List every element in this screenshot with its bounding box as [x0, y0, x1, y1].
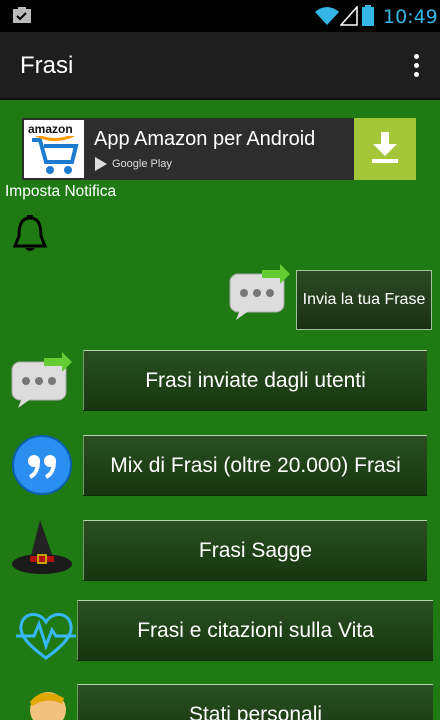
battery-icon	[362, 5, 374, 26]
overflow-menu-icon[interactable]	[404, 52, 428, 80]
shopping-cart-icon	[32, 136, 79, 174]
clipboard-check-icon	[13, 7, 31, 23]
ad-store-label: Google Play	[112, 158, 172, 170]
app-title: Frasi	[20, 52, 74, 79]
signal-icon	[340, 6, 358, 26]
quote-bubble-icon	[12, 435, 72, 495]
amazon-wordmark: amazon	[28, 122, 73, 136]
menu-item-wise-phrases[interactable]: Frasi Sagge	[83, 520, 427, 580]
action-bar: Frasi	[0, 32, 440, 100]
menu-item-user-phrases[interactable]: Frasi inviate dagli utenti	[83, 350, 427, 410]
menu-item-life-quotes[interactable]: Frasi e citazioni sulla Vita	[77, 600, 433, 660]
status-bar: 10:49	[0, 0, 440, 32]
menu-item-personal-status[interactable]: Stati personali	[77, 684, 433, 720]
google-play-icon	[95, 157, 107, 171]
download-icon	[372, 132, 398, 163]
notification-label: Imposta Notifica	[5, 183, 117, 200]
status-clock: 10:49	[383, 6, 438, 28]
send-message-icon[interactable]	[228, 262, 292, 320]
witch-hat-icon	[12, 520, 72, 574]
bell-icon[interactable]	[12, 214, 48, 254]
ad-banner[interactable]: amazon App Amazon per Android Google Pla…	[22, 118, 416, 180]
send-phrase-button[interactable]: Invia la tua Frase	[296, 270, 432, 330]
amazon-logo: amazon	[24, 120, 84, 178]
ad-title: App Amazon per Android	[94, 128, 316, 150]
heartbeat-icon	[16, 613, 76, 660]
message-bubble-icon	[11, 352, 72, 408]
menu-item-mix-phrases[interactable]: Mix di Frasi (oltre 20.000) Frasi	[83, 435, 427, 495]
download-button[interactable]	[354, 118, 416, 180]
person-icon	[30, 692, 66, 720]
wifi-icon	[315, 7, 339, 25]
